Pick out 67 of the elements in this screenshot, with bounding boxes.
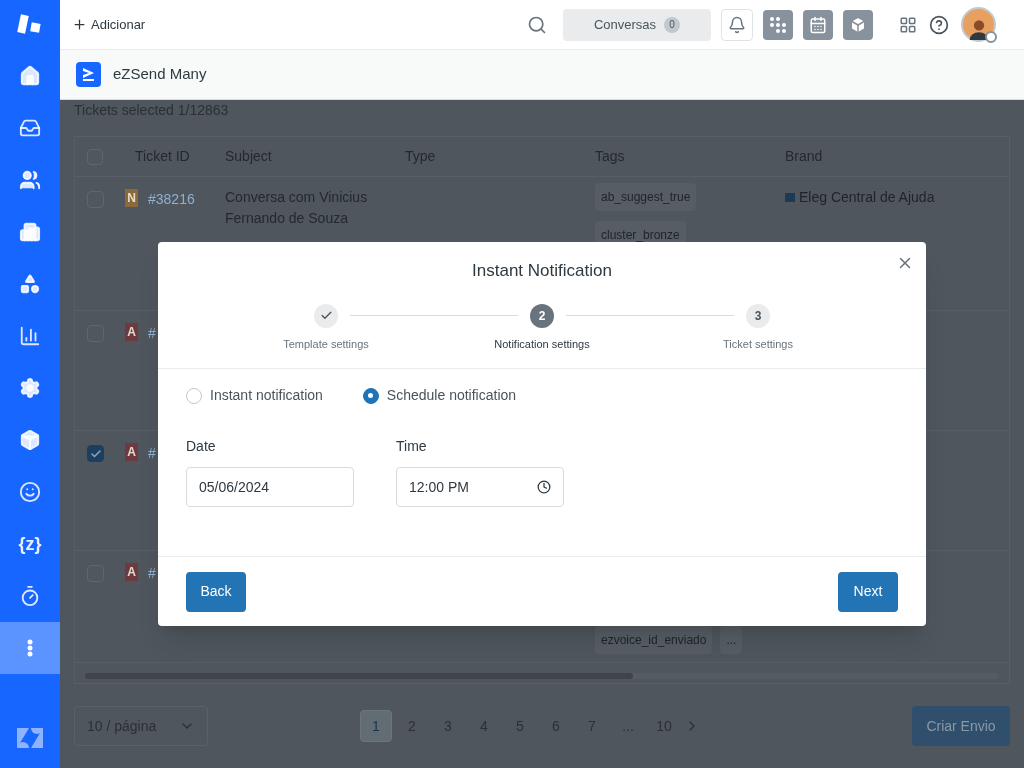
status-indicator (985, 31, 997, 43)
app-title: eZSend Many (113, 64, 207, 85)
status-badge: A (125, 323, 138, 341)
gear-icon (19, 377, 41, 399)
step-indicator: 2 (530, 303, 554, 328)
radio-button[interactable] (362, 387, 379, 404)
modal-title: Instant Notification (472, 260, 612, 282)
step-label: Template settings (283, 336, 369, 352)
field-label: Date (186, 437, 217, 456)
timer-icon (19, 585, 41, 607)
chart-icon (19, 325, 41, 347)
tag: ... (720, 626, 743, 654)
logo-icon[interactable] (17, 14, 43, 36)
inbox-icon (19, 117, 41, 139)
plus-icon (72, 17, 87, 32)
add-button[interactable]: Adicionar (72, 14, 146, 35)
date-field[interactable]: 05/06/2024 (186, 467, 354, 507)
apps-grid-icon[interactable] (899, 15, 917, 34)
count-badge: 0 (664, 16, 681, 33)
back-button[interactable]: Back (186, 571, 246, 612)
ticket-id[interactable]: # (148, 443, 156, 464)
notifications-button[interactable] (721, 8, 753, 41)
cube-app-button[interactable] (843, 9, 873, 40)
ticket-id[interactable]: #38216 (148, 189, 195, 210)
page-link[interactable]: ... (612, 710, 644, 742)
tag: ezvoice_id_enviado (595, 626, 713, 654)
building-icon (19, 221, 41, 243)
home-icon (19, 65, 41, 87)
app-logo-icon (76, 62, 101, 87)
page-link[interactable]: 1 (360, 710, 392, 742)
calendar-icon (809, 15, 827, 34)
time-field[interactable]: 12:00 PM (396, 467, 564, 507)
dots-pattern-icon (769, 15, 787, 34)
radio-button[interactable] (186, 387, 202, 404)
status-badge: A (125, 443, 138, 461)
cube-icon (19, 429, 41, 451)
cube-icon (849, 15, 867, 34)
status-badge: A (125, 563, 138, 581)
users-icon (19, 169, 41, 191)
more-icon (27, 639, 33, 657)
radio-option[interactable]: Instant notification (186, 385, 323, 406)
step-label: Notification settings (494, 336, 590, 352)
check-icon (319, 309, 333, 322)
ticket-id[interactable]: # (148, 563, 156, 584)
user-avatar[interactable] (961, 7, 996, 42)
app-button[interactable] (763, 9, 793, 40)
sidebar-item[interactable]: {z} (0, 518, 60, 570)
create-button[interactable]: Criar Envio (912, 706, 1010, 746)
status-badge: N (125, 189, 138, 207)
help-icon[interactable] (929, 14, 949, 35)
clock-icon (537, 480, 551, 494)
bell-icon (728, 15, 746, 34)
tag: ab_suggest_true (595, 183, 697, 211)
radio-option[interactable]: Schedule notification (362, 385, 517, 406)
ticket-id[interactable]: # (148, 323, 156, 344)
check-icon (89, 447, 102, 460)
horizontal-scrollbar[interactable] (85, 673, 999, 679)
shapes-icon (19, 273, 41, 295)
row-checkbox[interactable] (87, 445, 104, 462)
conversations-button[interactable]: Conversas 0 (563, 8, 711, 41)
field-label: Time (396, 437, 428, 456)
search-icon[interactable] (527, 14, 547, 35)
step-label: Ticket settings (723, 336, 793, 352)
step-indicator: 3 (746, 303, 770, 328)
calendar-app-button[interactable] (803, 9, 833, 40)
next-button[interactable]: Next (838, 571, 898, 612)
zendesk-logo-icon[interactable] (17, 728, 43, 748)
